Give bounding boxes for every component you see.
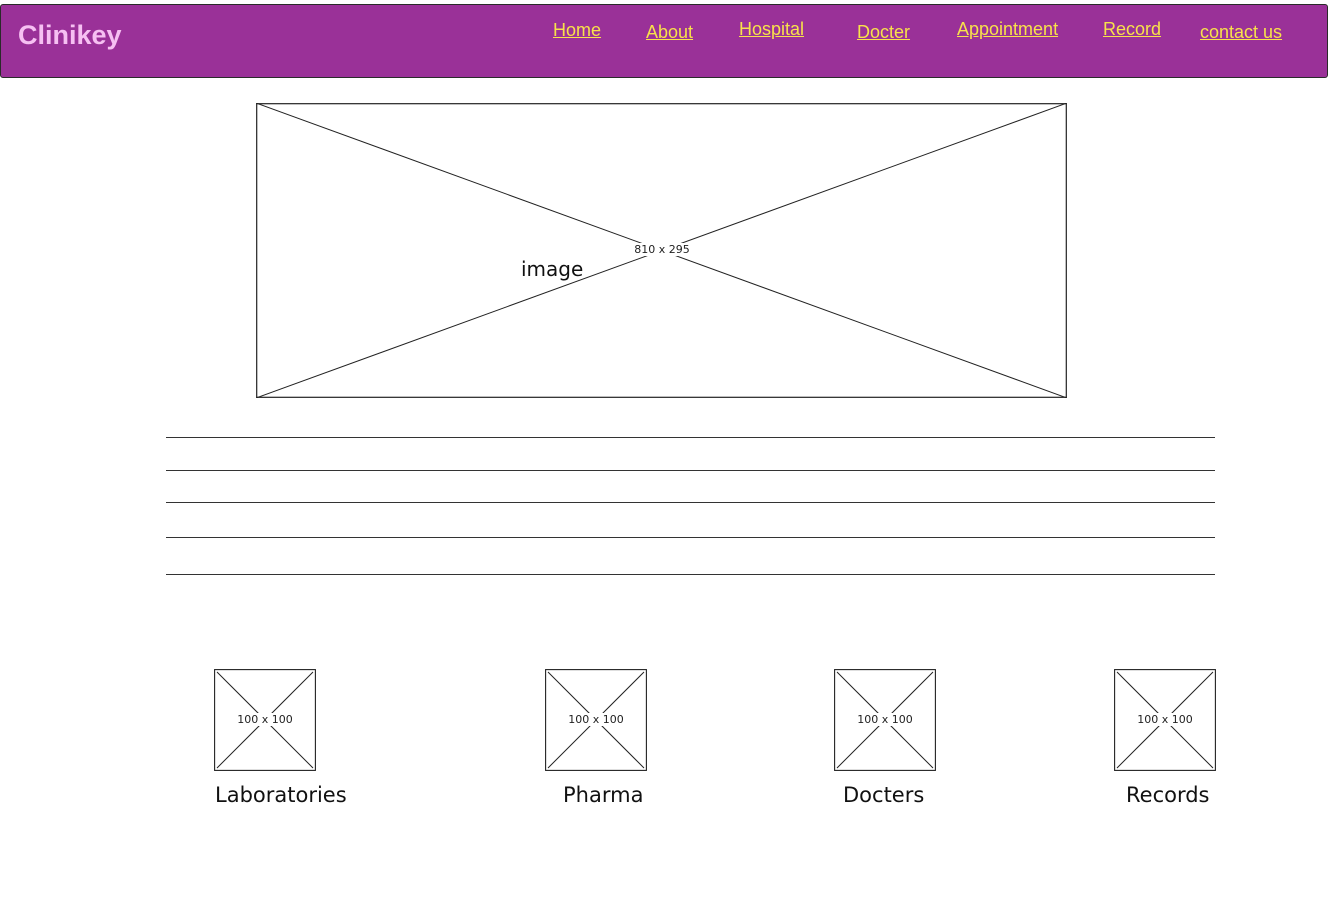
- brand-logo[interactable]: Clinikey: [18, 20, 122, 51]
- text-placeholder-line: [166, 537, 1215, 538]
- text-placeholder-line: [166, 574, 1215, 575]
- nav-link-contact-us[interactable]: contact us: [1200, 22, 1282, 43]
- nav-link-home[interactable]: Home: [553, 20, 601, 41]
- text-placeholder-line: [166, 470, 1215, 471]
- card-label-laboratories[interactable]: Laboratories: [215, 783, 347, 807]
- nav-link-hospital[interactable]: Hospital: [739, 19, 804, 40]
- card-size-caption: 100 x 100: [855, 713, 915, 726]
- card-image-placeholder: 100 x 100: [834, 669, 936, 771]
- hero-image-label: image: [521, 257, 584, 281]
- nav-link-record[interactable]: Record: [1103, 19, 1161, 40]
- card-label-records[interactable]: Records: [1126, 783, 1210, 807]
- navbar: Clinikey Home About Hospital Docter Appo…: [0, 4, 1328, 78]
- hero-size-caption: 810 x 295: [632, 243, 692, 256]
- card-size-caption: 100 x 100: [1135, 713, 1195, 726]
- card-size-caption: 100 x 100: [235, 713, 295, 726]
- text-placeholder-line: [166, 502, 1215, 503]
- card-image-placeholder: 100 x 100: [545, 669, 647, 771]
- card-label-pharma[interactable]: Pharma: [563, 783, 643, 807]
- card-image-placeholder: 100 x 100: [214, 669, 316, 771]
- card-image-placeholder: 100 x 100: [1114, 669, 1216, 771]
- nav-link-docter[interactable]: Docter: [857, 22, 910, 43]
- hero-image-placeholder: 810 x 295 image: [256, 103, 1067, 398]
- text-placeholder-line: [166, 437, 1215, 438]
- card-label-docters[interactable]: Docters: [843, 783, 924, 807]
- nav-link-appointment[interactable]: Appointment: [957, 19, 1058, 40]
- card-size-caption: 100 x 100: [566, 713, 626, 726]
- nav-link-about[interactable]: About: [646, 22, 693, 43]
